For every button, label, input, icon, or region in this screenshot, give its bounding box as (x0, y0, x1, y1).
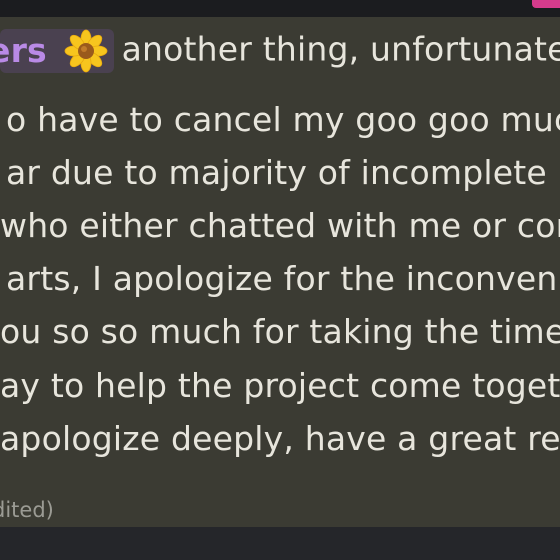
accent-tab (532, 0, 560, 8)
role-chip[interactable]: ers (0, 29, 114, 73)
message-line-2: o have to cancel my goo goo much (6, 100, 560, 139)
message-line-3: ar due to majority of incomplete p (6, 153, 560, 192)
message-line-1: ers another thin (0, 29, 560, 73)
message-line-7: ay to help the project come toget (0, 366, 560, 405)
bottom-bar (0, 527, 560, 560)
message-line-6: ou so so much for taking the time (0, 312, 560, 351)
edited-label: dited) (0, 498, 54, 522)
message-line-5: arts, I apologize for the inconvenic (6, 259, 560, 298)
message-line-8: apologize deeply, have a great re (0, 419, 560, 458)
message-text-1: another thing, unfortunate (121, 29, 560, 69)
top-bar (0, 0, 560, 17)
chat-message: ers another thin (0, 17, 560, 527)
sunflower-icon (64, 29, 108, 73)
role-tag: ers (0, 31, 47, 70)
message-line-4: who either chatted with me or cor (0, 206, 560, 245)
